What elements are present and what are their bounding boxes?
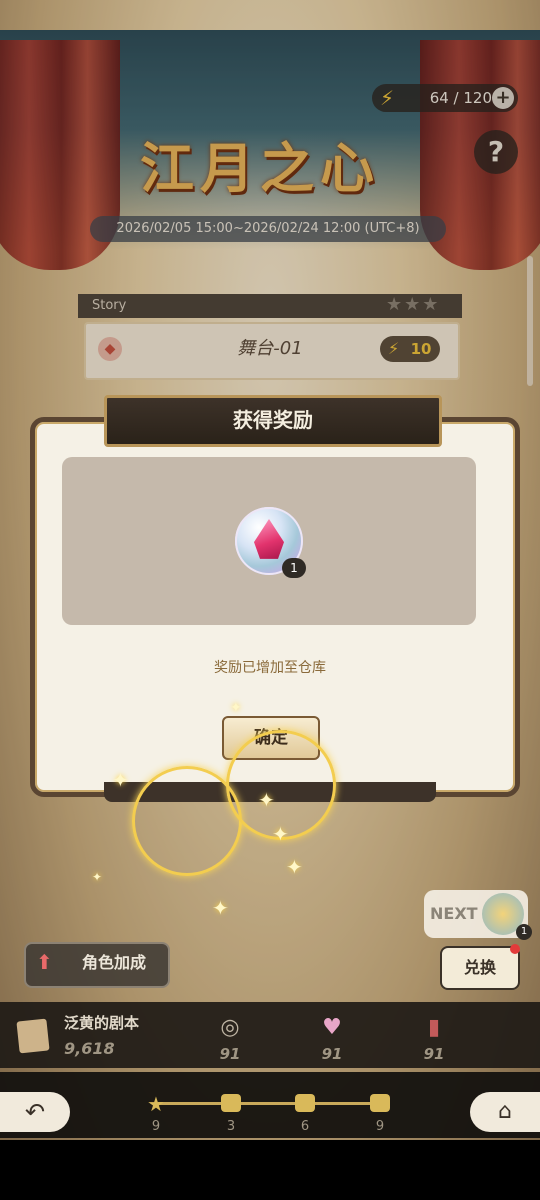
sparkle-icon: ✦ (92, 870, 103, 884)
progress-node-value: 9 (375, 1119, 385, 1134)
next-label: NEXT (430, 904, 478, 923)
sparkle-icon: ✦ (212, 896, 229, 920)
chest-icon[interactable] (295, 1094, 315, 1112)
reward-message: 奖励已增加至仓库 (214, 660, 326, 676)
sparkle-icon: ✦ (230, 700, 242, 716)
chest-icon[interactable] (221, 1094, 241, 1112)
progress-node-value: 6 (300, 1119, 310, 1134)
chest-icon[interactable] (370, 1094, 390, 1112)
potion-icon[interactable]: ♥ (318, 1014, 346, 1042)
dialog-title: 获得奖励 (233, 408, 313, 432)
progress-node-value: 9 (151, 1119, 161, 1134)
role-bonus-label: 角色加成 (81, 953, 146, 972)
progress-track (158, 1102, 382, 1105)
system-navigation-bar (0, 1140, 540, 1200)
progress-node-value: 3 (226, 1119, 236, 1134)
next-count-badge: 1 (516, 924, 532, 940)
back-button[interactable]: ↶ (0, 1092, 70, 1132)
resource-main-label: 泛黄的剧本 (64, 1014, 140, 1032)
sparkle-icon: ✦ (112, 768, 129, 792)
exchange-button[interactable]: 兑换 (440, 946, 520, 990)
sparkle-icon: ✦ (258, 788, 275, 812)
sparkle-icon: ✦ (272, 822, 289, 846)
bottom-navigation (0, 1072, 540, 1138)
resource-value: 91 (321, 1045, 343, 1063)
home-button[interactable]: ⌂ (470, 1092, 540, 1132)
script-icon (16, 1018, 50, 1054)
arrow-up-icon: ⬆ (36, 950, 53, 974)
resource-value: 91 (219, 1045, 241, 1063)
resource-value: 91 (423, 1045, 445, 1063)
resource-main-value: 9,618 (64, 1039, 115, 1058)
star-icon: ★ (147, 1092, 165, 1116)
card-icon[interactable]: ▮ (420, 1014, 448, 1042)
necklace-icon[interactable]: ◎ (216, 1014, 244, 1042)
reward-count-badge: 1 (282, 558, 306, 578)
notification-dot (510, 944, 520, 954)
sparkle-icon: ✦ (286, 855, 303, 879)
